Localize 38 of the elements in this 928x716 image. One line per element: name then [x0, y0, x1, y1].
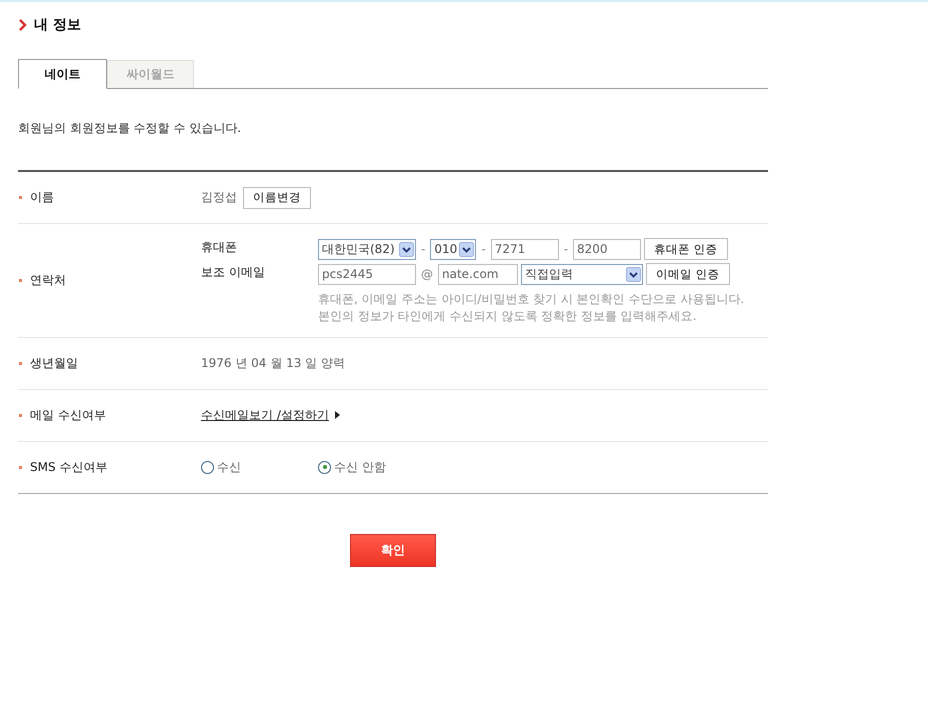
change-name-button[interactable]: 이름변경	[243, 186, 311, 208]
separator: -	[420, 242, 426, 256]
tab[interactable]: 네이트	[18, 59, 107, 89]
bullet-icon	[19, 362, 22, 365]
bullet-icon	[19, 414, 22, 417]
chevron-icon	[18, 19, 27, 31]
bullet-icon	[19, 466, 22, 469]
field-label: SMS 수신여부	[30, 458, 108, 476]
mail-settings-link[interactable]: 수신메일보기 /설정하기	[201, 406, 329, 424]
field-label: 이름	[30, 189, 54, 206]
field-label: 생년월일	[30, 354, 78, 372]
phone-prefix-select[interactable]: 010	[430, 238, 476, 260]
name-value: 김정섭	[201, 189, 237, 206]
intro-text: 회원님의 회원정보를 수정할 수 있습니다.	[18, 120, 242, 137]
confirm-button[interactable]: 확인	[350, 534, 436, 567]
email-verify-button[interactable]: 이메일 인증	[646, 263, 730, 285]
page-title: 내 정보	[34, 16, 81, 34]
email-domain-select[interactable]: 직접입력	[521, 264, 643, 284]
phone-label: 휴대폰	[201, 239, 238, 256]
email-label: 보조 이메일	[201, 264, 266, 281]
radio-option[interactable]: 수신	[201, 458, 318, 476]
phone-last-field[interactable]: 8200	[573, 238, 642, 260]
phone-verify-button[interactable]: 휴대폰 인증	[644, 238, 728, 260]
field-label: 연락처	[30, 272, 66, 289]
triangle-right-icon	[334, 411, 340, 420]
radio-option[interactable]: 수신 안함	[318, 458, 435, 476]
help-text: 휴대폰, 이메일 주소는 아이디/비밀번호 찾기 시 본인확인 수단으로 사용됩니다. 본인의 정보가 타인에게 수신되지 않도록 정확한 정보를 입력해주세요.	[318, 291, 746, 325]
email-id-field[interactable]: pcs2445	[318, 264, 416, 284]
separator: -	[480, 242, 487, 256]
email-domain-field[interactable]: nate.com	[438, 264, 518, 284]
country-code-select[interactable]: 대한민국(82)	[318, 238, 416, 260]
field-label: 메일 수신여부	[30, 406, 106, 424]
bullet-icon	[19, 278, 22, 282]
phone-middle-field[interactable]: 7271	[490, 238, 559, 260]
birth-date-value: 1976 년 04 월 13 일 양력	[201, 356, 345, 370]
at-sign: @	[420, 267, 434, 281]
separator: -	[562, 242, 570, 256]
bullet-icon	[19, 196, 22, 199]
